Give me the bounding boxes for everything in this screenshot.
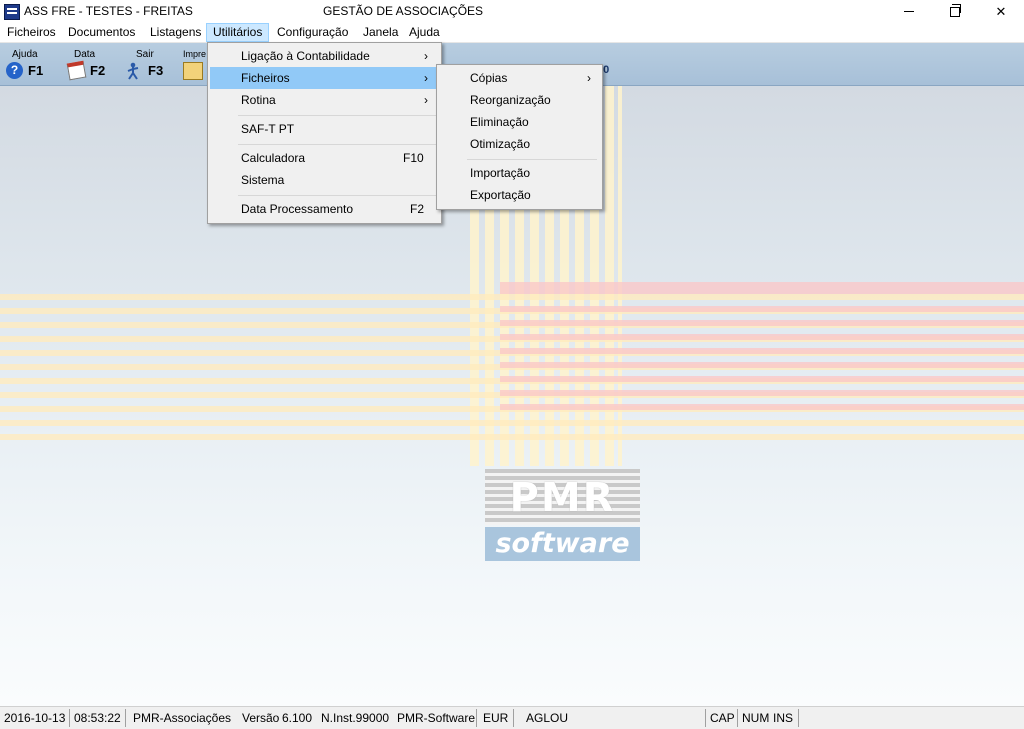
menu-item-saft-pt[interactable]: SAF-T PT — [210, 118, 439, 140]
submenu-arrow-icon: › — [587, 71, 591, 85]
menu-separator — [238, 195, 436, 196]
exit-icon — [127, 62, 139, 80]
calendar-icon — [66, 60, 87, 81]
menu-item-label: Sistema — [241, 173, 285, 187]
utilitarios-menu: Ligação à Contabilidade › Ficheiros › Ro… — [207, 42, 442, 224]
menu-item-label: Cópias — [470, 71, 508, 85]
pmr-software-logo: PMR software — [485, 469, 640, 561]
date-tool-button[interactable]: Data F2 — [64, 46, 110, 82]
restore-button[interactable] — [932, 0, 978, 23]
status-user: AGLOU — [526, 711, 569, 725]
date-tool-label: Data — [74, 49, 96, 60]
menu-item-calculadora[interactable]: Calculadora F10 — [210, 147, 439, 169]
submenu-arrow-icon: › — [424, 71, 428, 85]
menu-item-label: Ligação à Contabilidade — [241, 49, 370, 63]
menu-janela[interactable]: Janela — [357, 24, 404, 41]
exit-tool-label: Sair — [136, 49, 154, 60]
menu-item-ligacao-contabilidade[interactable]: Ligação à Contabilidade › — [210, 45, 439, 67]
menu-documentos[interactable]: Documentos — [62, 24, 141, 41]
status-instance: N.Inst.99000 — [321, 711, 390, 725]
menu-item-exportacao[interactable]: Exportação — [439, 184, 600, 206]
menu-item-rotina[interactable]: Rotina › — [210, 89, 439, 111]
menu-configuracao[interactable]: Configuração — [271, 24, 354, 41]
menu-item-label: Eliminação — [470, 115, 529, 129]
app-icon[interactable] — [4, 4, 20, 20]
date-tool-key: F2 — [90, 63, 106, 78]
restore-icon — [950, 3, 961, 17]
menu-item-label: Reorganização — [470, 93, 551, 107]
menu-item-label: Importação — [470, 166, 531, 180]
menu-item-label: Otimização — [470, 137, 531, 151]
application-title: GESTÃO DE ASSOCIAÇÕES — [323, 4, 484, 18]
menu-item-otimizacao[interactable]: Otimização — [439, 133, 600, 155]
menu-ficheiros[interactable]: Ficheiros — [1, 24, 62, 41]
menu-item-shortcut: F2 — [410, 202, 425, 216]
menu-item-label: Calculadora — [241, 151, 306, 165]
menu-bar: Ficheiros Documentos Listagens Utilitári… — [0, 23, 1024, 43]
exit-tool-key: F3 — [148, 63, 164, 78]
minimize-icon — [904, 11, 914, 12]
submenu-arrow-icon: › — [424, 93, 428, 107]
status-num-lock: NUM — [742, 711, 770, 725]
print-tool-button[interactable]: Impre — [180, 46, 210, 82]
status-vendor: PMR-Software — [397, 711, 476, 725]
menu-item-label: Exportação — [470, 188, 531, 202]
status-currency: EUR — [483, 711, 509, 725]
close-button[interactable]: ✕ — [978, 0, 1024, 23]
logo-subtext: software — [485, 527, 640, 561]
status-version: 6.100 — [282, 711, 313, 725]
ficheiros-submenu: Cópias › Reorganização Eliminação Otimiz… — [436, 64, 603, 210]
status-bar: 2016-10-13 08:53:22 PMR-Associações Vers… — [0, 706, 1024, 729]
menu-item-label: Rotina — [241, 93, 276, 107]
title-bar: ASS FRE - TESTES - FREITAS GESTÃO DE ASS… — [0, 0, 1024, 23]
help-tool-button[interactable]: Ajuda ? F1 — [4, 46, 50, 82]
print-icon — [183, 62, 203, 80]
submenu-arrow-icon: › — [424, 49, 428, 63]
menu-utilitarios[interactable]: Utilitários — [206, 23, 270, 42]
status-version-label: Versão — [242, 711, 280, 725]
menu-item-copias[interactable]: Cópias › — [439, 67, 600, 89]
menu-separator — [467, 159, 597, 160]
close-icon: ✕ — [995, 3, 1007, 19]
menu-separator — [238, 144, 436, 145]
menu-item-eliminacao[interactable]: Eliminação — [439, 111, 600, 133]
menu-item-data-processamento[interactable]: Data Processamento F2 — [210, 198, 439, 220]
window-title: ASS FRE - TESTES - FREITAS — [24, 4, 193, 18]
exit-tool-button[interactable]: Sair F3 — [122, 46, 168, 82]
menu-separator — [238, 115, 436, 116]
status-insert-mode: INS — [773, 711, 794, 725]
logo-text: PMR — [509, 475, 616, 521]
minimize-button[interactable] — [886, 0, 932, 23]
status-app-name: PMR-Associações — [133, 711, 232, 725]
menu-item-shortcut: F10 — [403, 151, 424, 165]
help-icon: ? — [6, 62, 23, 79]
help-tool-key: F1 — [28, 63, 44, 78]
menu-item-sistema[interactable]: Sistema — [210, 169, 439, 191]
status-caps-lock: CAP — [710, 711, 735, 725]
status-date: 2016-10-13 — [4, 711, 66, 725]
menu-item-ficheiros[interactable]: Ficheiros › — [210, 67, 439, 89]
menu-listagens[interactable]: Listagens — [144, 24, 207, 41]
status-time: 08:53:22 — [74, 711, 121, 725]
menu-item-reorganizacao[interactable]: Reorganização — [439, 89, 600, 111]
menu-item-label: SAF-T PT — [241, 122, 295, 136]
menu-item-label: Ficheiros — [241, 71, 290, 85]
help-tool-label: Ajuda — [12, 49, 38, 60]
menu-ajuda[interactable]: Ajuda — [403, 24, 446, 41]
menu-item-label: Data Processamento — [241, 202, 354, 216]
print-tool-label: Impre — [183, 49, 207, 59]
menu-item-importacao[interactable]: Importação — [439, 162, 600, 184]
